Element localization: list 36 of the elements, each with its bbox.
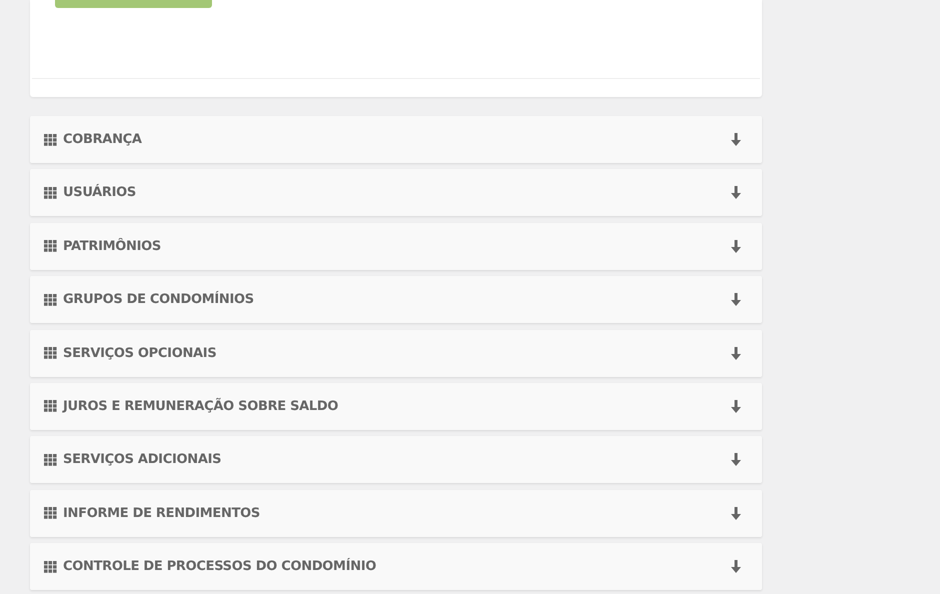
arrow-icon xyxy=(731,240,741,253)
grid-icon xyxy=(44,134,57,146)
panel-title: INFORME DE RENDIMENTOS xyxy=(63,506,260,521)
arrow-icon xyxy=(731,400,741,413)
panel-title: PATRIMÔNIOS xyxy=(63,238,161,254)
grid-icon xyxy=(44,454,57,466)
accordion-panel[interactable]: INFORME DE RENDIMENTOS xyxy=(30,490,762,537)
arrow-icon xyxy=(731,293,741,306)
panel-title: SERVIÇOS ADICIONAIS xyxy=(63,452,222,468)
accordion-panel[interactable]: JUROS E REMUNERAÇÃO SOBRE SALDO xyxy=(30,382,762,430)
panel-title: JUROS E REMUNERAÇÃO SOBRE SALDO xyxy=(63,398,338,414)
arrow-icon xyxy=(731,560,741,574)
arrow-icon xyxy=(731,453,741,466)
grid-icon xyxy=(44,560,57,573)
grid-icon xyxy=(44,240,57,252)
arrow-icon xyxy=(731,133,741,146)
accordion-panel[interactable]: PATRIMÔNIOS xyxy=(30,222,762,270)
panel-title: GRUPOS DE CONDOMÍNIOS xyxy=(63,292,254,308)
arrow-icon xyxy=(731,346,741,360)
accordion-panel[interactable]: GRUPOS DE CONDOMÍNIOS xyxy=(30,276,762,324)
grid-icon xyxy=(44,294,57,306)
grid-icon xyxy=(44,347,57,360)
accordion-panel[interactable]: CONTROLE DE PROCESSOS DO CONDOMÍNIO xyxy=(30,543,762,590)
panel-title: CONTROLE DE PROCESSOS DO CONDOMÍNIO xyxy=(63,559,376,574)
panel-title: SERVIÇOS OPCIONAIS xyxy=(63,346,216,361)
arrow-icon xyxy=(731,186,741,200)
accordion-panel[interactable]: USUÁRIOS xyxy=(30,169,762,216)
panel-title: COBRANÇA xyxy=(63,132,142,147)
accordion-panel[interactable]: COBRANÇA xyxy=(30,116,762,163)
grid-icon xyxy=(44,186,57,199)
accordion-panel[interactable]: SERVIÇOS ADICIONAIS xyxy=(30,436,762,484)
panel-title: USUÁRIOS xyxy=(63,185,136,200)
arrow-icon xyxy=(731,506,741,520)
grid-icon xyxy=(44,507,57,520)
accordion-panel[interactable]: SERVIÇOS OPCIONAIS xyxy=(30,330,762,377)
grid-icon xyxy=(44,400,57,412)
